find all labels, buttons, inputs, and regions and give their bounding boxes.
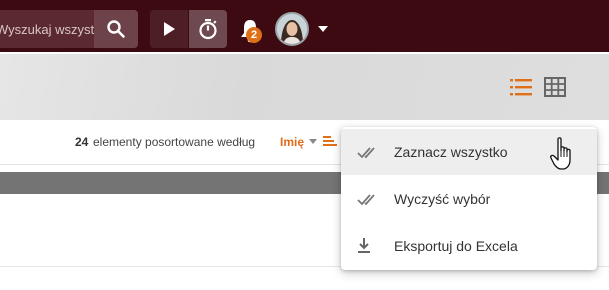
download-icon: [358, 238, 370, 253]
menu-item-clear-selection[interactable]: Wyczyść wybór: [341, 176, 597, 222]
sort-direction-icon[interactable]: [323, 135, 337, 147]
sort-field-selector[interactable]: Imię: [280, 135, 304, 149]
item-count: 24: [75, 135, 89, 149]
check-all-icon: [357, 194, 375, 206]
menu-item-export-excel[interactable]: Eksportuj do Excela: [341, 223, 597, 269]
search-input[interactable]: [0, 10, 104, 48]
search-button[interactable]: [94, 10, 138, 48]
play-button[interactable]: [150, 10, 188, 48]
list-view-icon[interactable]: [510, 77, 532, 97]
search-box: [0, 10, 138, 48]
top-navigation-bar: 2: [0, 0, 609, 52]
sort-label: elementy posortowane według: [93, 135, 256, 149]
stopwatch-button[interactable]: [189, 10, 227, 48]
notification-badge: 2: [246, 27, 262, 43]
chevron-down-icon[interactable]: [318, 26, 328, 32]
search-icon: [107, 20, 125, 38]
stopwatch-icon: [199, 19, 217, 40]
hand-cursor-icon: [550, 137, 571, 170]
play-icon: [164, 22, 175, 36]
menu-item-label: Zaznacz wszystko: [394, 144, 508, 160]
menu-item-label: Eksportuj do Excela: [394, 238, 518, 254]
avatar[interactable]: [275, 12, 309, 46]
grid-view-icon[interactable]: [544, 77, 566, 97]
chevron-down-icon[interactable]: [309, 139, 317, 144]
check-all-icon: [357, 147, 375, 159]
avatar-image: [277, 14, 307, 44]
menu-item-label: Wyczyść wybór: [394, 191, 491, 207]
